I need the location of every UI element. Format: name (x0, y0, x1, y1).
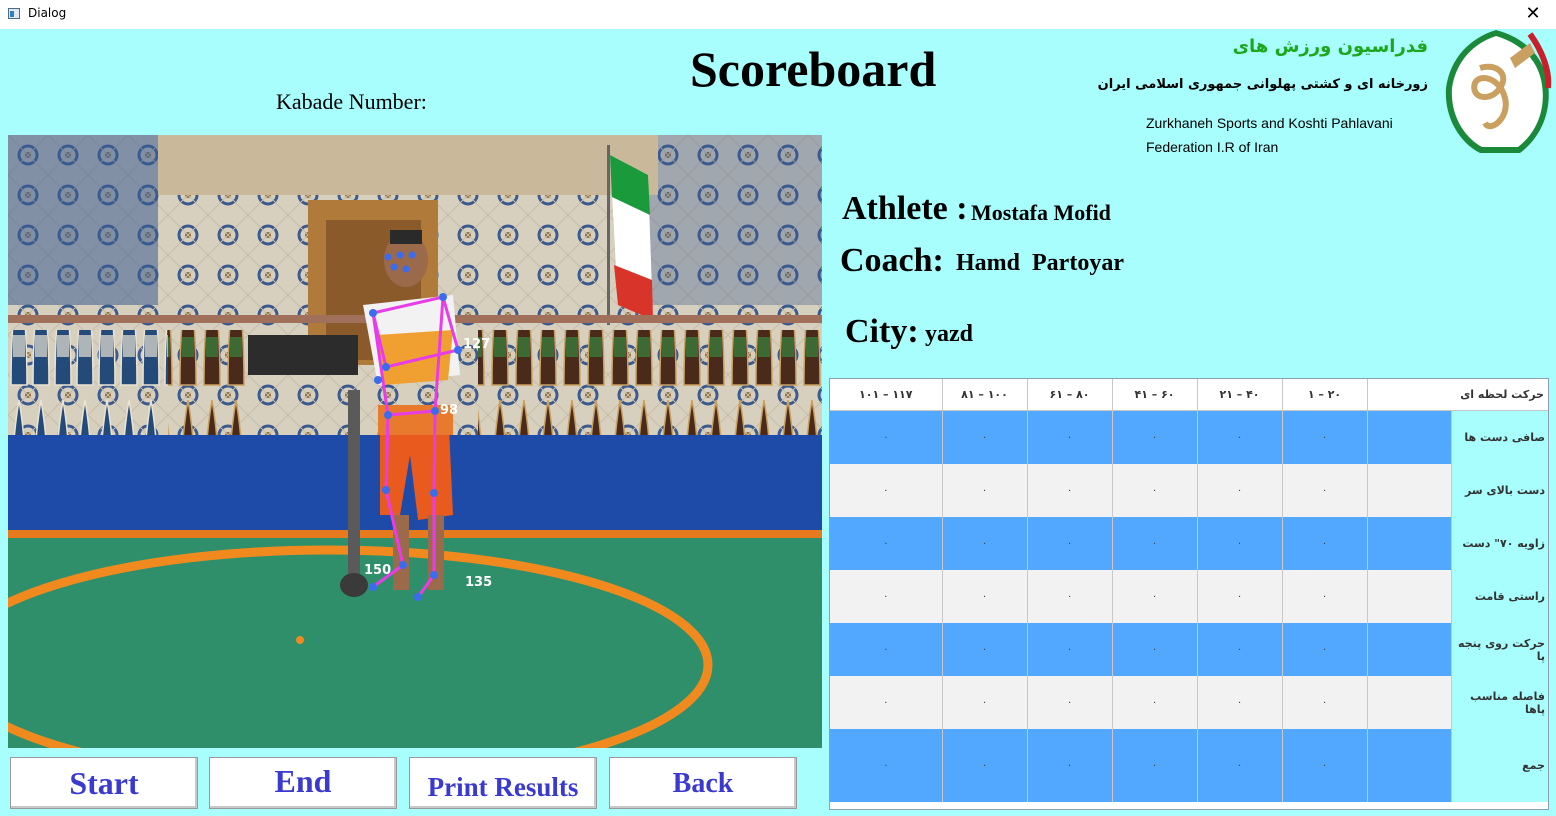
row-header: راستی قامت (1451, 570, 1548, 623)
score-cell-blank (1367, 517, 1452, 570)
federation-name-en-line2: Federation I.R of Iran (1146, 139, 1279, 155)
athlete-name: Mostafa Mofid (971, 200, 1111, 225)
corner-header: حرکت لحظه ای (1367, 379, 1548, 411)
score-cell[interactable]: ۰ (1282, 410, 1368, 464)
table-header-row: ۱۰۱ – ۱۱۷ ۸۱ – ۱۰۰ ۶۱ – ۸۰ ۴۱ – ۶۰ ۲۱ – … (830, 379, 1548, 411)
score-cell[interactable]: ۰ (1282, 676, 1368, 729)
city-label: City: (845, 313, 919, 350)
score-cell[interactable]: ۰ (942, 676, 1028, 729)
app-window-icon (8, 8, 20, 19)
column-header: ۲۱ – ۴۰ (1197, 379, 1283, 411)
table-row: ۰ ۰ ۰ ۰ ۰ ۰ جمع (830, 729, 1548, 802)
row-header: جمع (1451, 729, 1548, 802)
score-cell[interactable]: ۰ (1282, 517, 1368, 570)
score-cell[interactable]: ۰ (1027, 729, 1113, 802)
coach-label: Coach: (840, 242, 944, 279)
angle-label-right-ankle: 135 (465, 575, 492, 590)
table-row: ۰ ۰ ۰ ۰ ۰ ۰ حرکت روی پنجه پا (830, 623, 1548, 676)
score-cell-blank (1367, 570, 1452, 623)
score-cell[interactable]: ۰ (1282, 570, 1368, 623)
table-row: ۰ ۰ ۰ ۰ ۰ ۰ فاصله مناسب پاها (830, 676, 1548, 729)
row-header: حرکت روی پنجه پا (1451, 623, 1548, 676)
federation-name-fa-line1: فدراسیون ورزش های (1232, 36, 1428, 57)
score-cell[interactable]: ۰ (830, 517, 943, 570)
score-cell[interactable]: ۰ (1197, 464, 1283, 517)
column-header: ۱ – ۲۰ (1282, 379, 1368, 411)
score-cell[interactable]: ۰ (1112, 570, 1198, 623)
camera-frame-image: 127 98 150 135 (8, 135, 822, 748)
score-cell[interactable]: ۰ (1197, 623, 1283, 676)
column-header: ۱۰۱ – ۱۱۷ (830, 379, 943, 411)
score-cell[interactable]: ۰ (1112, 517, 1198, 570)
column-header: ۸۱ – ۱۰۰ (942, 379, 1028, 411)
score-cell[interactable]: ۰ (1112, 729, 1198, 802)
score-cell[interactable]: ۰ (942, 517, 1028, 570)
score-cell[interactable]: ۰ (830, 464, 943, 517)
angle-label-left-ankle: 150 (364, 563, 391, 578)
row-header: دست بالای سر (1451, 464, 1548, 517)
score-cell[interactable]: ۰ (1027, 623, 1113, 676)
score-cell-blank (1367, 410, 1452, 464)
score-cell-blank (1367, 729, 1452, 802)
score-cell[interactable]: ۰ (1027, 464, 1113, 517)
score-cell-blank (1367, 464, 1452, 517)
row-header: فاصله مناسب پاها (1451, 676, 1548, 729)
score-cell[interactable]: ۰ (1112, 464, 1198, 517)
score-cell[interactable]: ۰ (1282, 729, 1368, 802)
score-cell[interactable]: ۰ (1112, 410, 1198, 464)
score-cell-blank (1367, 676, 1452, 729)
score-cell[interactable]: ۰ (1197, 676, 1283, 729)
window-titlebar: Dialog ✕ (0, 0, 1556, 29)
city-name: yazd (925, 321, 973, 347)
column-header: ۴۱ – ۶۰ (1112, 379, 1198, 411)
score-cell[interactable]: ۰ (830, 570, 943, 623)
score-cell[interactable]: ۰ (830, 729, 943, 802)
score-cell[interactable]: ۰ (942, 623, 1028, 676)
score-cell[interactable]: ۰ (942, 570, 1028, 623)
back-button[interactable]: Back (609, 757, 797, 809)
table-row: ۰ ۰ ۰ ۰ ۰ ۰ دست بالای سر (830, 464, 1548, 517)
end-button[interactable]: End (209, 757, 397, 809)
row-header: زاویه ۷۰" دست (1451, 517, 1548, 570)
row-header: صافی دست ها (1451, 410, 1548, 464)
angle-label-elbow: 127 (463, 337, 490, 352)
print-results-button[interactable]: Print Results (409, 757, 597, 809)
score-cell[interactable]: ۰ (942, 410, 1028, 464)
kabade-number-label: Kabade Number: (276, 89, 427, 114)
score-cell[interactable]: ۰ (830, 623, 943, 676)
start-button[interactable]: Start (10, 757, 198, 809)
score-cell[interactable]: ۰ (1197, 729, 1283, 802)
table-row: ۰ ۰ ۰ ۰ ۰ ۰ راستی قامت (830, 570, 1548, 623)
close-icon[interactable]: ✕ (1510, 0, 1556, 29)
federation-emblem-icon (1440, 28, 1553, 158)
score-cell[interactable]: ۰ (1197, 410, 1283, 464)
federation-name-fa-line2: زورخانه ای و کشتی پهلوانی جمهوری اسلامی … (1097, 77, 1428, 92)
score-cell[interactable]: ۰ (1197, 517, 1283, 570)
score-table[interactable]: ۱۰۱ – ۱۱۷ ۸۱ – ۱۰۰ ۶۱ – ۸۰ ۴۱ – ۶۰ ۲۱ – … (829, 378, 1549, 810)
score-cell[interactable]: ۰ (1282, 623, 1368, 676)
score-cell[interactable]: ۰ (1282, 464, 1368, 517)
angle-label-hip: 98 (440, 403, 458, 418)
score-cell-blank (1367, 623, 1452, 676)
score-cell[interactable]: ۰ (942, 729, 1028, 802)
score-cell[interactable]: ۰ (1027, 676, 1113, 729)
score-cell[interactable]: ۰ (1197, 570, 1283, 623)
score-cell[interactable]: ۰ (830, 676, 943, 729)
page-title: Scoreboard (690, 41, 937, 97)
table-row: ۰ ۰ ۰ ۰ ۰ ۰ صافی دست ها (830, 410, 1548, 464)
score-cell[interactable]: ۰ (942, 464, 1028, 517)
score-cell[interactable]: ۰ (1027, 410, 1113, 464)
score-cell[interactable]: ۰ (1112, 676, 1198, 729)
table-row: ۰ ۰ ۰ ۰ ۰ ۰ زاویه ۷۰" دست (830, 517, 1548, 570)
column-header: ۶۱ – ۸۰ (1027, 379, 1113, 411)
score-cell[interactable]: ۰ (1027, 517, 1113, 570)
score-cell[interactable]: ۰ (830, 410, 943, 464)
coach-name: Hamd Partoyar (956, 250, 1124, 276)
window-title: Dialog (28, 6, 67, 20)
athlete-label: Athlete : (842, 190, 968, 227)
federation-name-en-line1: Zurkhaneh Sports and Koshti Pahlavani (1146, 115, 1393, 131)
camera-feed: 127 98 150 135 (8, 135, 822, 748)
score-cell[interactable]: ۰ (1027, 570, 1113, 623)
score-cell[interactable]: ۰ (1112, 623, 1198, 676)
